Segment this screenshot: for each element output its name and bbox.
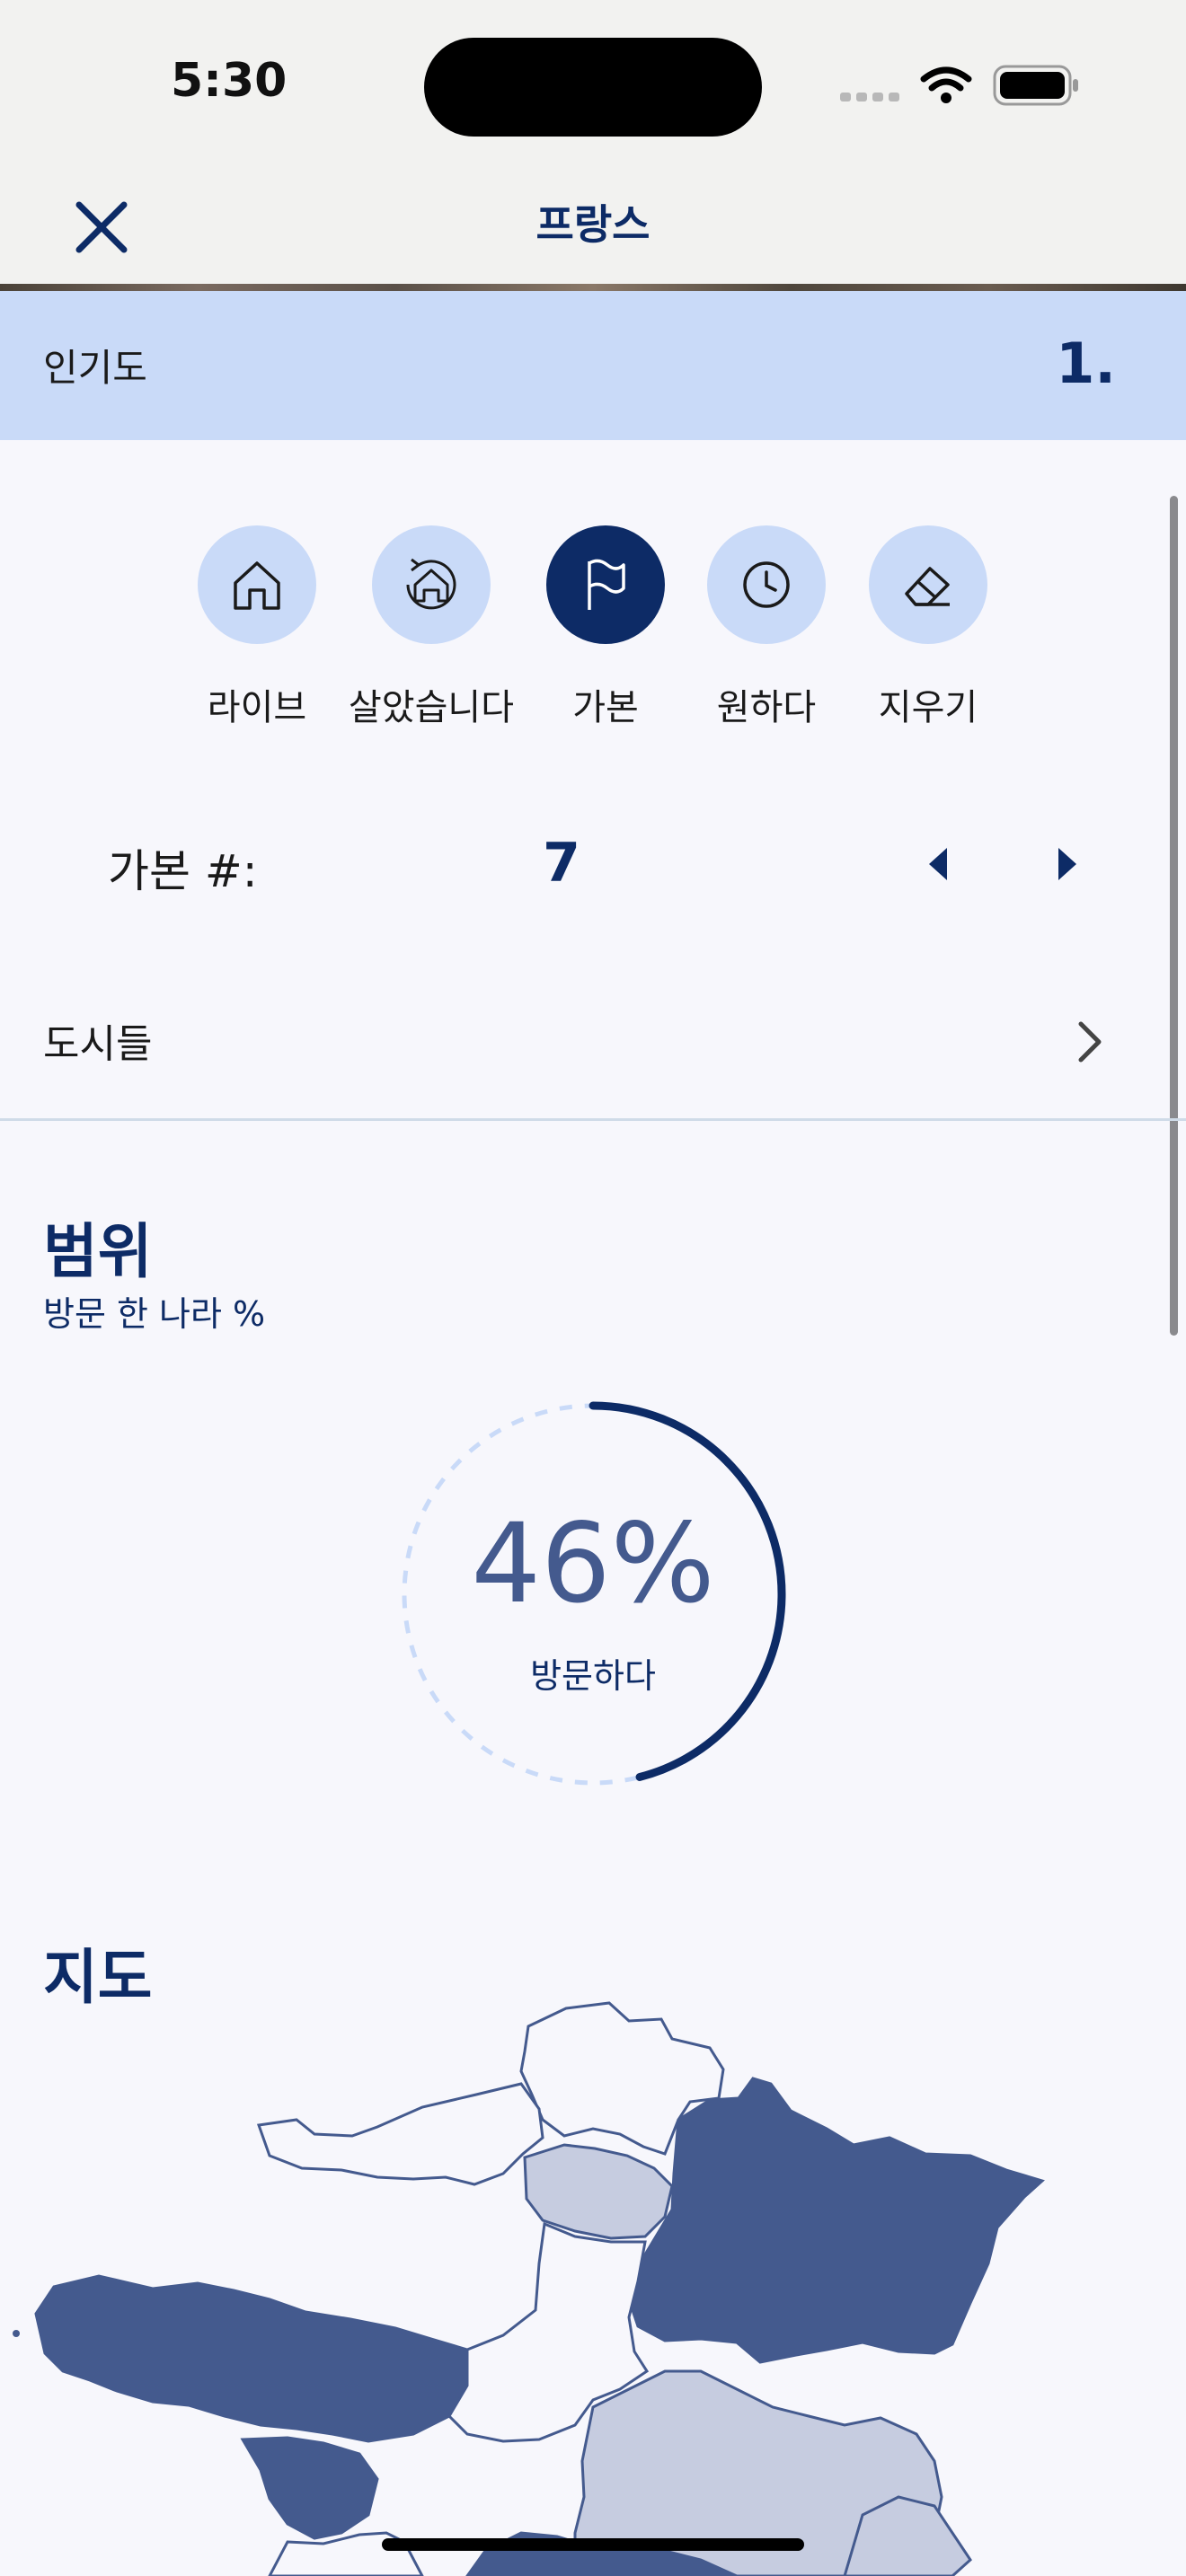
popularity-row: 인기도 1. [0, 291, 1186, 440]
map-island [13, 2330, 20, 2337]
battery-icon [993, 65, 1078, 106]
range-caption: 방문하다 [530, 1656, 656, 1696]
home-indicator[interactable] [382, 2538, 804, 2551]
cities-label: 도시들 [43, 1021, 153, 1067]
eraser-icon [905, 567, 950, 606]
map-island [243, 2389, 250, 2396]
page-title: 프랑스 [535, 200, 651, 249]
status-visited-circle[interactable] [546, 525, 665, 644]
map-region-bretagne [34, 2274, 473, 2443]
chevron-right-icon [1078, 1021, 1102, 1063]
status-lived-circle[interactable] [372, 525, 491, 644]
header-image-edge [0, 284, 1186, 291]
status-time: 5:30 [171, 54, 288, 108]
cities-row[interactable]: 도시들 [0, 988, 1186, 1121]
status-live-circle[interactable] [198, 525, 316, 644]
visit-count-label: 가본 #: [108, 845, 258, 897]
status-want-circle[interactable] [707, 525, 826, 644]
wifi-icon [920, 66, 972, 92]
status-clear-label: 지우기 [878, 687, 978, 728]
home-history-icon [406, 558, 456, 610]
france-region-map[interactable] [0, 1994, 1186, 2576]
popularity-label: 인기도 [43, 346, 147, 390]
map-island [223, 2371, 230, 2378]
signal-icon [840, 93, 899, 101]
status-clear-circle[interactable] [869, 525, 987, 644]
map-region-normandie [256, 2082, 544, 2186]
popularity-value: 1. [1056, 331, 1116, 396]
increment-arrow-icon[interactable] [1048, 844, 1084, 884]
home-icon [234, 561, 280, 610]
map-region-loire [240, 2436, 379, 2540]
clock-icon [743, 561, 790, 608]
dynamic-island [424, 38, 762, 137]
status-bar: 5:30 [0, 0, 1186, 171]
range-title: 범위 [43, 1217, 153, 1286]
status-icons [840, 65, 1078, 106]
flag-icon [588, 559, 625, 610]
range-subtitle: 방문 한 나라 % [43, 1294, 266, 1334]
visit-count-value: 7 [543, 832, 580, 895]
decrement-arrow-icon[interactable] [922, 844, 958, 884]
range-percent: 46% [471, 1500, 715, 1628]
status-buttons: 라이브 살았습니다 가본 원하다 지우기 [0, 525, 1186, 741]
map-region-grand-est [627, 2077, 1045, 2364]
